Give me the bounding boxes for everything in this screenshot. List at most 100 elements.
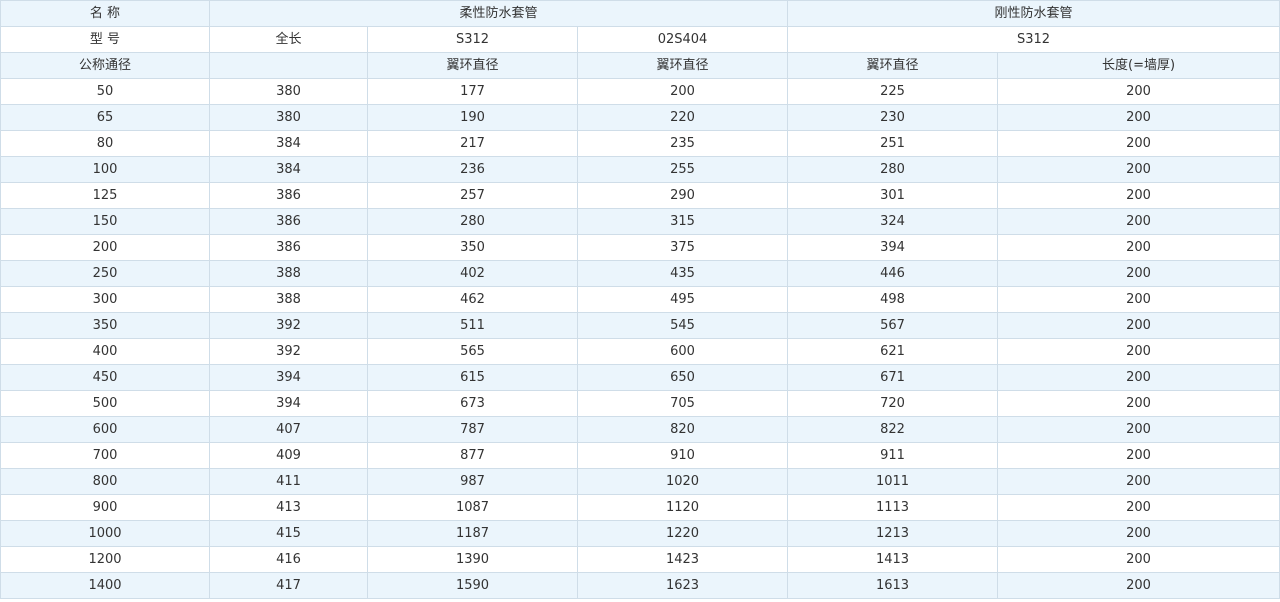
nominal-diameter-cell: 900 [0, 494, 210, 521]
flexible-02s404-flange-cell: 820 [576, 416, 789, 443]
nominal-diameter-cell: 65 [0, 104, 210, 131]
rigid-s312-flange-cell: 1213 [787, 520, 999, 547]
total-length-cell: 384 [209, 130, 368, 157]
rigid-s312-flange-cell: 1613 [787, 572, 999, 599]
table-row: 400 392 565 600 621 200 [0, 338, 1280, 365]
flexible-s312-flange-cell: 877 [367, 442, 578, 469]
rigid-length-cell: 200 [997, 104, 1280, 131]
total-length-cell: 392 [209, 338, 368, 365]
nominal-diameter-cell: 400 [0, 338, 210, 365]
name-label: 名 称 [0, 0, 210, 27]
nominal-diameter-cell: 80 [0, 130, 210, 157]
table-row: 900 413 1087 1120 1113 200 [0, 494, 1280, 521]
flexible-s312-flange-cell: 177 [367, 78, 578, 105]
rigid-s312-flange-cell: 251 [787, 130, 999, 157]
nominal-diameter-cell: 100 [0, 156, 210, 183]
waterproof-sleeve-spec-table: 名 称 柔性防水套管 刚性防水套管 型 号 全长 S312 02S404 S31… [0, 0, 1280, 599]
rigid-length-cell: 200 [997, 182, 1280, 209]
total-length-cell: 415 [209, 520, 368, 547]
total-length-cell: 417 [209, 572, 368, 599]
nominal-diameter-cell: 200 [0, 234, 210, 261]
flexible-02s404-flange-cell: 315 [576, 208, 789, 235]
flexible-standard-02s404: 02S404 [576, 26, 789, 53]
flexible-02s404-flange-cell: 375 [576, 234, 789, 261]
nominal-diameter-cell: 1000 [0, 520, 210, 547]
flange-diameter-label-3: 翼环直径 [787, 52, 999, 79]
model-label: 型 号 [0, 26, 210, 53]
total-length-cell: 394 [209, 364, 368, 391]
flexible-02s404-flange-cell: 290 [576, 182, 789, 209]
rigid-length-cell: 200 [997, 572, 1280, 599]
nominal-diameter-cell: 250 [0, 260, 210, 287]
rigid-length-cell: 200 [997, 156, 1280, 183]
rigid-s312-flange-cell: 498 [787, 286, 999, 313]
rigid-length-cell: 200 [997, 312, 1280, 339]
nominal-diameter-cell: 150 [0, 208, 210, 235]
length-wall-thickness-label: 长度(=墙厚) [997, 52, 1280, 79]
table-row: 600 407 787 820 822 200 [0, 416, 1280, 443]
total-length-cell: 384 [209, 156, 368, 183]
flexible-02s404-flange-cell: 235 [576, 130, 789, 157]
table-row: 100 384 236 255 280 200 [0, 156, 1280, 183]
table-row: 125 386 257 290 301 200 [0, 182, 1280, 209]
nominal-diameter-cell: 450 [0, 364, 210, 391]
rigid-s312-flange-cell: 567 [787, 312, 999, 339]
rigid-length-cell: 200 [997, 520, 1280, 547]
flexible-s312-flange-cell: 1390 [367, 546, 578, 573]
flexible-02s404-flange-cell: 1423 [576, 546, 789, 573]
total-length-cell: 380 [209, 104, 368, 131]
nominal-diameter-cell: 50 [0, 78, 210, 105]
total-length-cell: 392 [209, 312, 368, 339]
total-length-cell: 386 [209, 208, 368, 235]
flexible-02s404-flange-cell: 705 [576, 390, 789, 417]
flexible-02s404-flange-cell: 255 [576, 156, 789, 183]
flexible-s312-flange-cell: 280 [367, 208, 578, 235]
rigid-length-cell: 200 [997, 130, 1280, 157]
rigid-length-cell: 200 [997, 546, 1280, 573]
flexible-02s404-flange-cell: 650 [576, 364, 789, 391]
rigid-s312-flange-cell: 230 [787, 104, 999, 131]
total-length-cell: 413 [209, 494, 368, 521]
table-row: 450 394 615 650 671 200 [0, 364, 1280, 391]
rigid-length-cell: 200 [997, 78, 1280, 105]
table-row: 80 384 217 235 251 200 [0, 130, 1280, 157]
rigid-s312-flange-cell: 1113 [787, 494, 999, 521]
rigid-s312-flange-cell: 394 [787, 234, 999, 261]
table-row: 800 411 987 1020 1011 200 [0, 468, 1280, 495]
total-length-cell: 409 [209, 442, 368, 469]
flexible-02s404-flange-cell: 1220 [576, 520, 789, 547]
table-row: 350 392 511 545 567 200 [0, 312, 1280, 339]
nominal-diameter-cell: 300 [0, 286, 210, 313]
rigid-s312-flange-cell: 720 [787, 390, 999, 417]
flexible-02s404-flange-cell: 600 [576, 338, 789, 365]
blank-header-cell [209, 52, 368, 79]
rigid-length-cell: 200 [997, 442, 1280, 469]
flexible-s312-flange-cell: 511 [367, 312, 578, 339]
rigid-s312-flange-cell: 671 [787, 364, 999, 391]
table-row: 65 380 190 220 230 200 [0, 104, 1280, 131]
total-length-cell: 386 [209, 234, 368, 261]
total-length-cell: 380 [209, 78, 368, 105]
rigid-s312-flange-cell: 621 [787, 338, 999, 365]
rigid-standard-s312: S312 [787, 26, 1280, 53]
nominal-diameter-cell: 350 [0, 312, 210, 339]
nominal-diameter-cell: 500 [0, 390, 210, 417]
table-row: 700 409 877 910 911 200 [0, 442, 1280, 469]
flange-diameter-label-2: 翼环直径 [576, 52, 789, 79]
flange-diameter-label-1: 翼环直径 [367, 52, 578, 79]
flexible-sleeve-label: 柔性防水套管 [208, 0, 789, 27]
table-row: 300 388 462 495 498 200 [0, 286, 1280, 313]
total-length-cell: 394 [209, 390, 368, 417]
nominal-diameter-label: 公称通径 [0, 52, 210, 79]
nominal-diameter-cell: 700 [0, 442, 210, 469]
rigid-length-cell: 200 [997, 234, 1280, 261]
table-row: 1400 417 1590 1623 1613 200 [0, 572, 1280, 599]
total-length-cell: 411 [209, 468, 368, 495]
table-row: 200 386 350 375 394 200 [0, 234, 1280, 261]
flexible-02s404-flange-cell: 910 [576, 442, 789, 469]
flexible-s312-flange-cell: 462 [367, 286, 578, 313]
nominal-diameter-cell: 800 [0, 468, 210, 495]
flexible-02s404-flange-cell: 495 [576, 286, 789, 313]
rigid-s312-flange-cell: 911 [787, 442, 999, 469]
table-body: 名 称 柔性防水套管 刚性防水套管 型 号 全长 S312 02S404 S31… [0, 0, 1280, 599]
